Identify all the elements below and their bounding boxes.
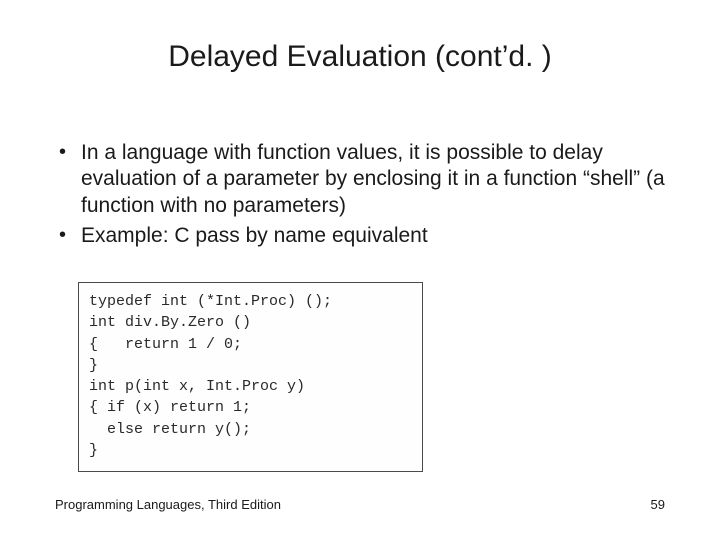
- bullet-item: Example: C pass by name equivalent: [55, 223, 665, 249]
- slide-body: In a language with function values, it i…: [55, 140, 665, 253]
- slide-title: Delayed Evaluation (cont’d. ): [0, 40, 720, 74]
- bullet-item: In a language with function values, it i…: [55, 140, 665, 219]
- bullet-list: In a language with function values, it i…: [55, 140, 665, 249]
- page-number: 59: [651, 497, 665, 512]
- slide: Delayed Evaluation (cont’d. ) In a langu…: [0, 0, 720, 540]
- footer-text: Programming Languages, Third Edition: [55, 497, 281, 512]
- code-snippet: typedef int (*Int.Proc) (); int div.By.Z…: [78, 282, 423, 472]
